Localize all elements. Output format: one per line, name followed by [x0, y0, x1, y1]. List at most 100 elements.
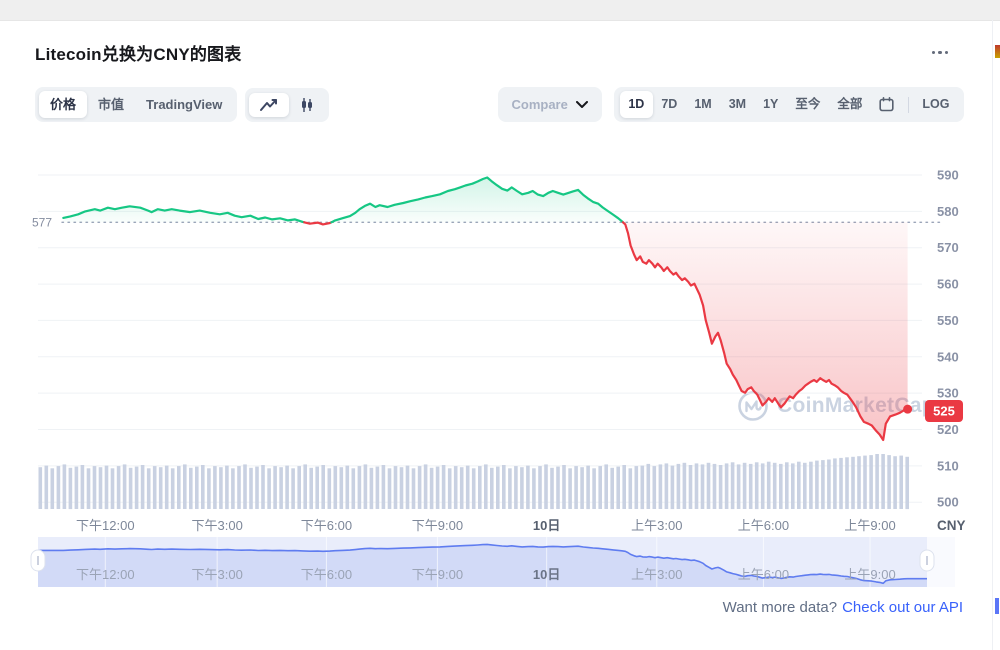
- volume-bar: [797, 462, 801, 509]
- navigator-track[interactable]: [38, 537, 955, 587]
- coinmarketcap-logo-icon: [737, 390, 769, 422]
- volume-bar: [737, 464, 741, 509]
- volume-bar: [779, 464, 783, 509]
- volume-bar: [532, 468, 536, 509]
- api-link[interactable]: Check out our API: [842, 599, 963, 616]
- baseline-price-label: 577: [32, 215, 52, 229]
- candlestick-icon: [299, 97, 315, 113]
- chart-toolbar: 价格 市值 TradingView Compare: [35, 87, 964, 122]
- x-tick-label: 下午3:00: [192, 518, 243, 533]
- x-tick-label: 下午6:00: [301, 518, 352, 533]
- range-3m[interactable]: 3M: [720, 91, 754, 118]
- volume-bar: [334, 466, 338, 509]
- volume-bar: [544, 464, 548, 509]
- volume-bar: [586, 466, 590, 510]
- volume-bar: [448, 468, 452, 509]
- volume-bar: [839, 458, 843, 509]
- card-edge-divider: [992, 20, 993, 650]
- area-fill-down: [304, 222, 331, 224]
- top-bar: [0, 0, 1000, 21]
- area-fill-up: [331, 178, 623, 223]
- volume-bar: [803, 463, 807, 509]
- volume-bar: [791, 463, 795, 509]
- volume-bar: [526, 466, 530, 510]
- volume-bar: [520, 467, 524, 509]
- volume-bar: [165, 466, 169, 510]
- compare-button[interactable]: Compare: [498, 87, 602, 122]
- volume-bar: [394, 466, 398, 509]
- tab-price[interactable]: 价格: [39, 91, 87, 118]
- volume-bar: [629, 468, 633, 509]
- volume-bar: [713, 464, 717, 509]
- volume-bar: [773, 463, 777, 509]
- navigator-left-handle[interactable]: [31, 550, 45, 571]
- volume-bar: [731, 462, 735, 509]
- last-price-badge: [925, 400, 963, 422]
- volume-bar: [147, 468, 151, 509]
- candlestick-chart-type-button[interactable]: [289, 92, 325, 118]
- divider: [908, 97, 909, 113]
- watermark-text: CoinMarketCap: [777, 394, 935, 418]
- volume-bar: [592, 468, 596, 509]
- volume-bar: [255, 467, 259, 509]
- navigator-tick-label: 上午6:00: [738, 567, 789, 582]
- volume-bar: [893, 456, 897, 509]
- volume-bar: [243, 464, 247, 509]
- range-1y[interactable]: 1Y: [755, 91, 787, 118]
- volume-bar: [231, 468, 235, 509]
- area-fill-down: [623, 222, 908, 440]
- range-7d[interactable]: 7D: [653, 91, 686, 118]
- volume-bar: [869, 455, 873, 509]
- volume-bar: [213, 466, 217, 509]
- last-price-badge-label: 525: [933, 404, 955, 419]
- range-1d[interactable]: 1D: [620, 91, 653, 118]
- line-chart-type-button[interactable]: [249, 93, 289, 117]
- volume-bar: [821, 460, 825, 509]
- x-tick-label: 下午9:00: [412, 518, 463, 533]
- y-tick-label: 580: [937, 204, 959, 219]
- volume-bar: [701, 464, 705, 509]
- calendar-button[interactable]: [871, 91, 903, 118]
- volume-bar: [598, 466, 602, 509]
- coinmarketcap-watermark: CoinMarketCap: [737, 390, 935, 422]
- volume-bar: [430, 468, 434, 509]
- y-tick-label: 520: [937, 422, 959, 437]
- y-tick-label: 530: [937, 386, 959, 401]
- tab-tradingview[interactable]: TradingView: [135, 91, 233, 118]
- volume-bar: [249, 468, 253, 509]
- range-all[interactable]: 全部: [829, 91, 871, 118]
- volume-bar: [689, 465, 693, 509]
- volume-bar: [123, 464, 127, 509]
- volume-bar: [683, 463, 687, 509]
- volume-bar: [665, 463, 669, 509]
- edge-fragment: [995, 598, 999, 614]
- chart-card: Litecoin兑换为CNY的图表 价格 市值 TradingView: [0, 20, 992, 122]
- volume-bar: [285, 466, 289, 510]
- price-line-down: [623, 222, 908, 440]
- volume-bar: [111, 468, 115, 509]
- volume-bar: [785, 462, 789, 509]
- volume-bar: [297, 466, 301, 509]
- volume-bar: [466, 466, 470, 510]
- volume-bar: [574, 466, 578, 509]
- volume-bar: [442, 465, 446, 509]
- navigator-right-handle[interactable]: [920, 550, 934, 571]
- chevron-down-icon: [576, 101, 588, 109]
- price-line-up: [331, 178, 623, 223]
- volume-bar: [719, 465, 723, 509]
- more-options-button[interactable]: [926, 45, 955, 61]
- volume-bar: [833, 458, 837, 509]
- edge-fragment: [995, 45, 1000, 58]
- range-ytd[interactable]: 至今: [787, 91, 829, 118]
- volume-bar: [635, 466, 639, 509]
- range-1m[interactable]: 1M: [686, 91, 720, 118]
- volume-bar: [863, 456, 867, 509]
- volume-bar: [472, 468, 476, 509]
- volume-bar: [303, 464, 307, 509]
- log-scale-button[interactable]: LOG: [914, 91, 958, 118]
- dot-icon: [938, 51, 942, 55]
- tab-market-cap[interactable]: 市值: [87, 91, 135, 118]
- volume-bar: [45, 466, 49, 510]
- volume-bar: [183, 464, 187, 509]
- volume-bar: [117, 466, 121, 509]
